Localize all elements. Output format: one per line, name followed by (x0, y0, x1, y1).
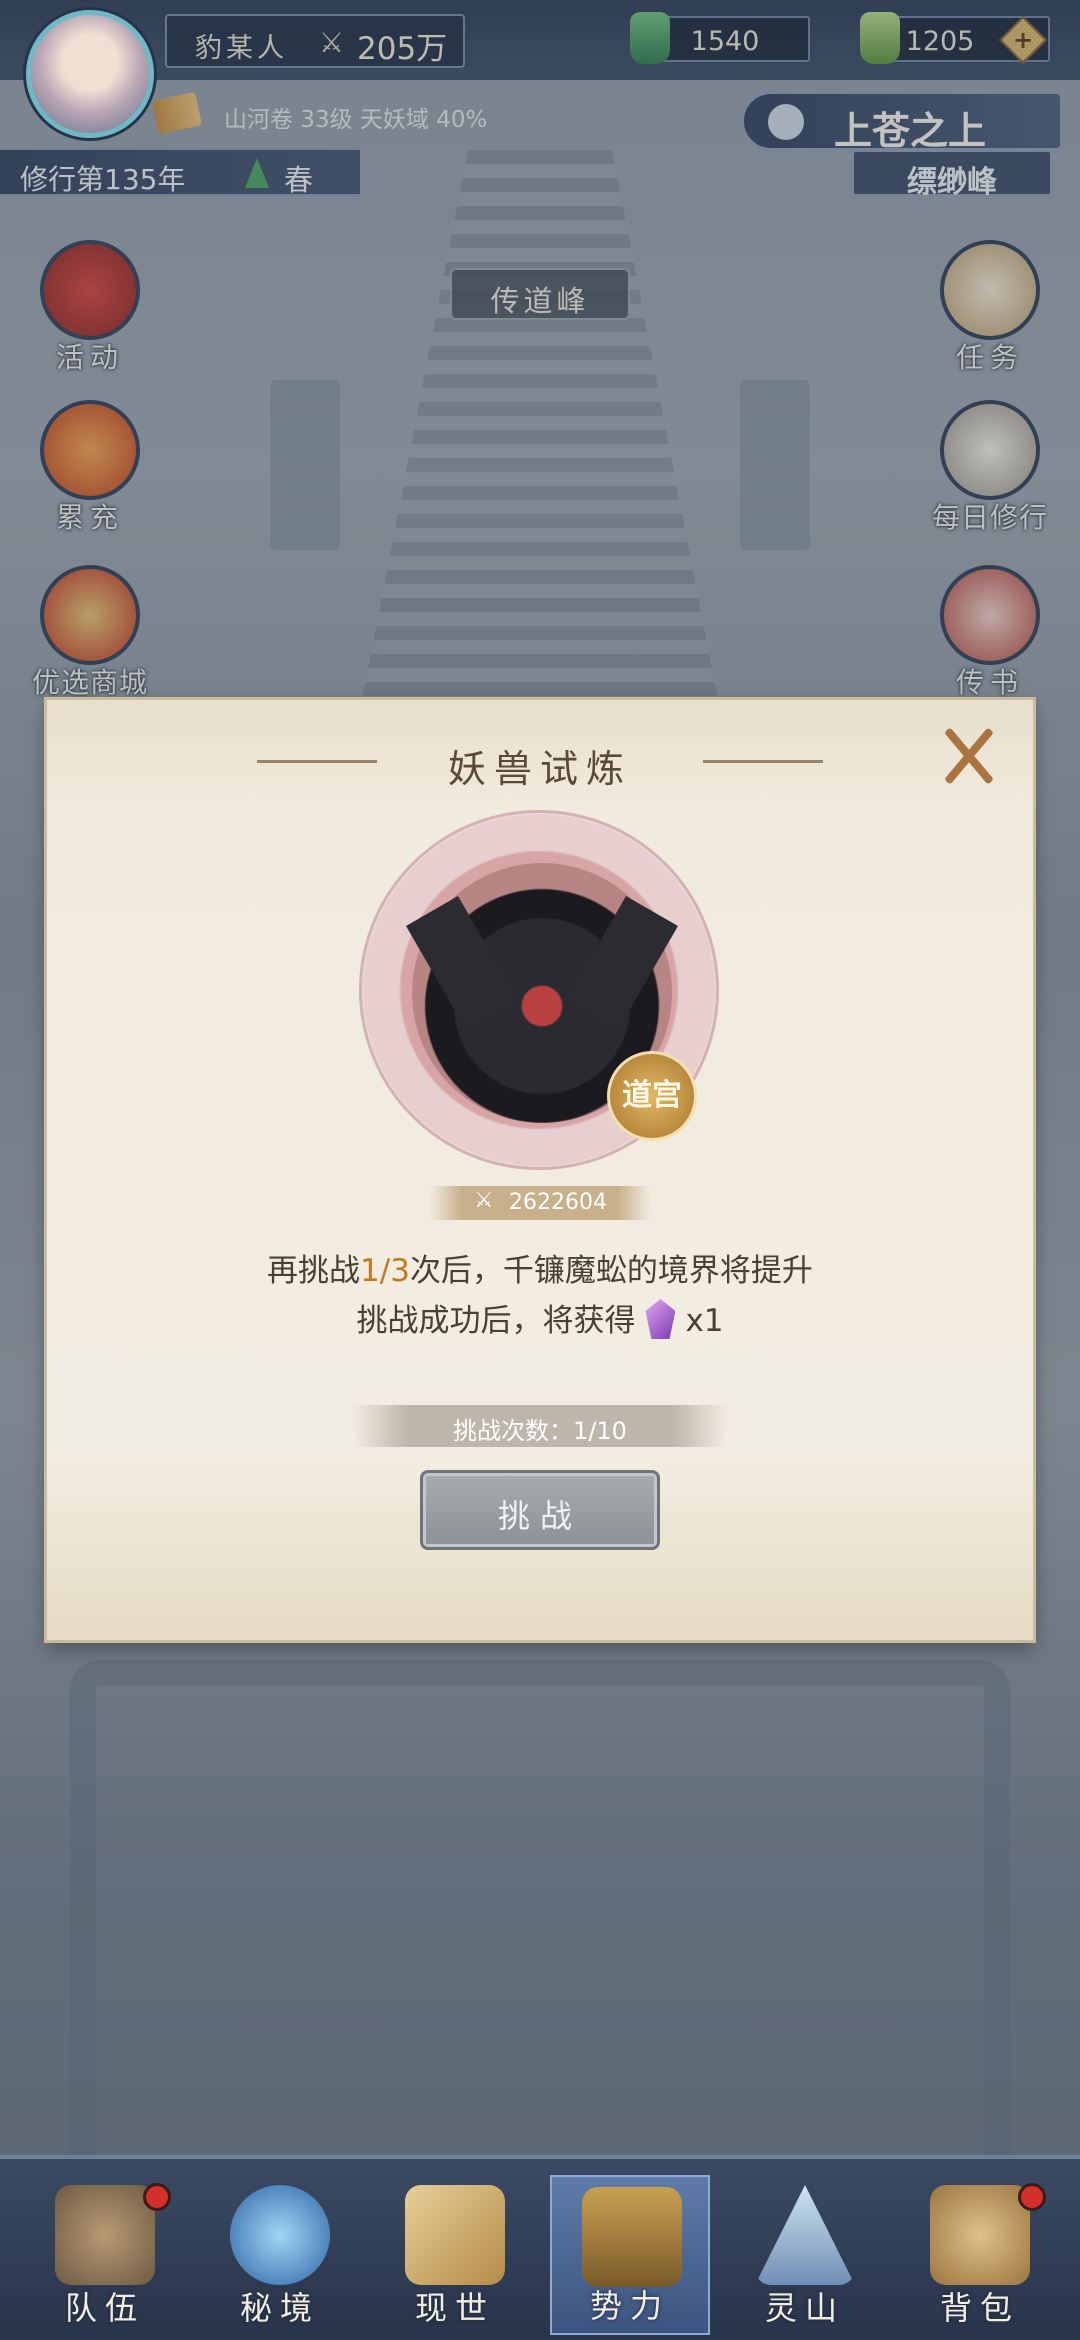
challenge-button-label: 挑战 (497, 1497, 582, 1535)
nav-label-bag: 背包 (939, 2289, 1020, 2327)
bottom-navigation: 队伍 秘境 现世 势力 灵山 背包 (0, 2155, 1080, 2340)
team-icon (55, 2185, 155, 2285)
beast-claw-left (406, 896, 518, 1030)
mountain-icon (755, 2185, 855, 2285)
upgrade-description: 再挑战1/3次后，千镰魔蚣的境界将提升 (47, 1245, 1033, 1290)
dialog-title: 妖兽试炼 (447, 747, 632, 791)
notification-dot (143, 2183, 171, 2211)
scroll-map-icon (405, 2185, 505, 2285)
rank-badge: 道宫 (607, 1051, 697, 1141)
beast-portrait-frame: 道宫 (359, 810, 719, 1170)
desc-line1-prefix: 再挑战 (267, 1253, 361, 1289)
nav-label-team: 队伍 (64, 2289, 145, 2327)
crossed-swords-icon: ⚔ (474, 1188, 494, 1213)
nav-bag[interactable]: 背包 (900, 2175, 1060, 2335)
reward-quantity: x1 (685, 1303, 724, 1339)
desc-line1-suffix: 次后，千镰魔蚣的境界将提升 (409, 1253, 813, 1289)
nav-label-faction: 势力 (589, 2287, 670, 2325)
bag-icon (930, 2185, 1030, 2285)
vortex-icon (230, 2185, 330, 2285)
nav-world[interactable]: 现世 (375, 2175, 535, 2335)
nav-secret-realm[interactable]: 秘境 (200, 2175, 360, 2335)
nav-label-world: 现世 (414, 2289, 495, 2327)
challenge-count: 挑战次数：1/10 (453, 1417, 627, 1445)
beast-power-value: 2622604 (509, 1190, 607, 1215)
nav-spirit-mountain[interactable]: 灵山 (725, 2175, 885, 2335)
challenge-count-bar: 挑战次数：1/10 (352, 1405, 728, 1447)
nav-label-secret-realm: 秘境 (239, 2289, 320, 2327)
player-avatar[interactable] (26, 10, 154, 138)
notification-dot (1018, 2183, 1046, 2211)
challenge-button[interactable]: 挑战 (420, 1470, 660, 1550)
close-button[interactable] (933, 720, 1003, 790)
reward-description: 挑战成功后，将获得 x1 (47, 1295, 1033, 1340)
nav-label-spirit-mountain: 灵山 (764, 2289, 845, 2327)
rank-badge-text: 道宫 (622, 1078, 682, 1113)
desc-line2-prefix: 挑战成功后，将获得 (356, 1303, 636, 1339)
beast-trial-dialog: 妖兽试炼 道宫 ⚔ 2622604 再挑战1/3次后，千镰魔蚣的境界将提升 挑战… (47, 700, 1033, 1640)
palace-icon (582, 2187, 682, 2287)
title-decoration-right (703, 760, 823, 763)
purple-crystal-icon[interactable] (645, 1299, 676, 1339)
nav-faction[interactable]: 势力 (550, 2175, 710, 2335)
beast-claw-right (566, 896, 678, 1030)
desc-line1-progress: 1/3 (360, 1253, 410, 1289)
beast-power-pill: ⚔ 2622604 (429, 1186, 651, 1220)
nav-team[interactable]: 队伍 (25, 2175, 185, 2335)
